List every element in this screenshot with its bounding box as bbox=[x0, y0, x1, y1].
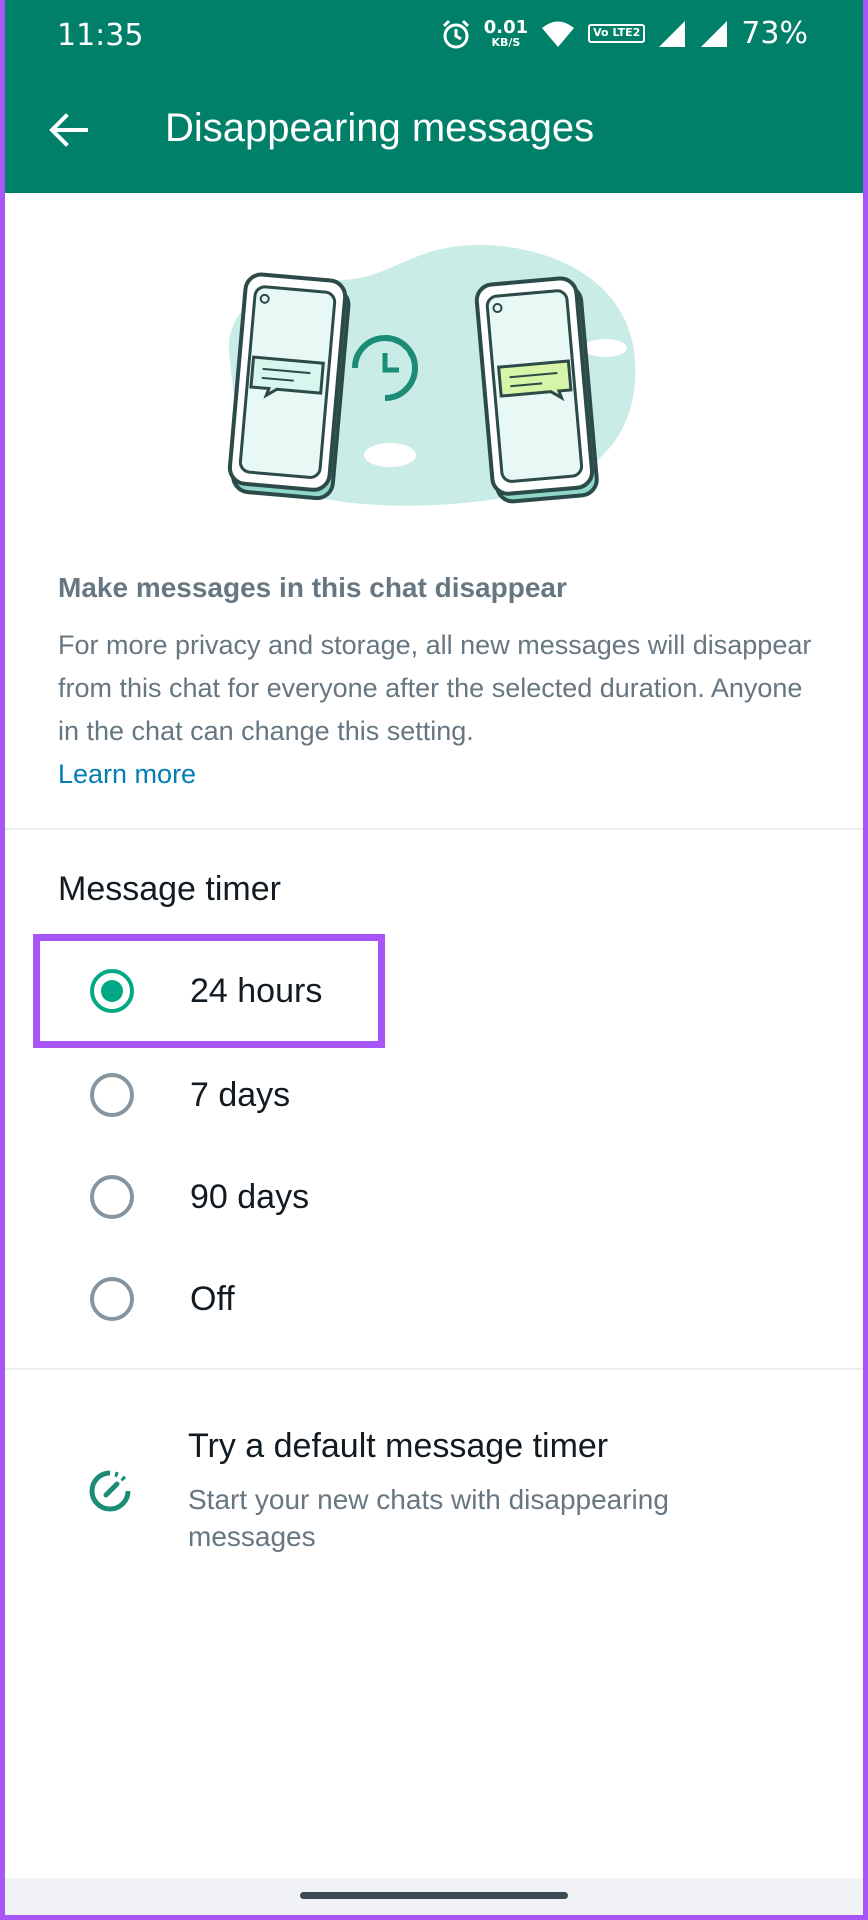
timer-option-7-days[interactable]: 7 days bbox=[58, 1050, 818, 1140]
info-heading: Make messages in this chat disappear bbox=[58, 572, 567, 603]
network-speed-value: 0.01 bbox=[483, 17, 529, 38]
radio-button[interactable] bbox=[90, 1277, 134, 1321]
page-title: Disappearing messages bbox=[165, 106, 595, 150]
default-timer-row[interactable]: Try a default message timer Start your n… bbox=[58, 1425, 818, 1575]
wifi-icon bbox=[540, 19, 576, 49]
radio-button[interactable] bbox=[90, 1175, 134, 1219]
status-icons: 0.01 KB/S Vo LTE2 73% bbox=[440, 16, 808, 51]
signal-icon-2 bbox=[699, 19, 729, 49]
timer-option-90-days[interactable]: 90 days bbox=[58, 1152, 818, 1242]
disappearing-messages-illustration bbox=[227, 245, 636, 506]
timer-option-24-hours[interactable]: 24 hours bbox=[58, 946, 818, 1036]
status-bar: 11:35 0.01 KB/S Vo LTE2 73% bbox=[0, 0, 868, 70]
message-timer-heading: Message timer bbox=[58, 870, 281, 908]
status-time: 11:35 bbox=[57, 18, 144, 53]
gesture-handle[interactable] bbox=[300, 1892, 568, 1899]
timer-icon bbox=[89, 1470, 131, 1512]
volte-badge: Vo LTE2 bbox=[588, 24, 646, 43]
info-section: Make messages in this chat disappear For… bbox=[58, 572, 818, 796]
network-speed: 0.01 KB/S bbox=[483, 17, 529, 49]
radio-button-selected[interactable] bbox=[90, 969, 134, 1013]
back-arrow-icon bbox=[49, 113, 88, 147]
battery-level: 73% bbox=[741, 16, 808, 51]
default-timer-subtitle: Start your new chats with disappearing m… bbox=[188, 1484, 669, 1552]
divider bbox=[5, 1368, 863, 1370]
learn-more-link[interactable]: Learn more bbox=[58, 753, 196, 796]
alarm-icon bbox=[440, 18, 472, 50]
back-button[interactable] bbox=[40, 102, 96, 158]
timer-option-label: Off bbox=[190, 1279, 235, 1318]
timer-option-label: 24 hours bbox=[190, 971, 323, 1010]
info-body: For more privacy and storage, all new me… bbox=[58, 630, 812, 746]
signal-icon-1 bbox=[657, 19, 687, 49]
default-timer-title: Try a default message timer bbox=[188, 1427, 609, 1465]
divider bbox=[5, 828, 863, 830]
timer-option-label: 90 days bbox=[190, 1177, 310, 1216]
timer-option-off[interactable]: Off bbox=[58, 1254, 818, 1344]
network-speed-unit: KB/S bbox=[491, 36, 521, 49]
radio-button[interactable] bbox=[90, 1073, 134, 1117]
app-bar: 11:35 0.01 KB/S Vo LTE2 73% Disappearing bbox=[0, 0, 868, 193]
timer-option-label: 7 days bbox=[190, 1075, 291, 1114]
